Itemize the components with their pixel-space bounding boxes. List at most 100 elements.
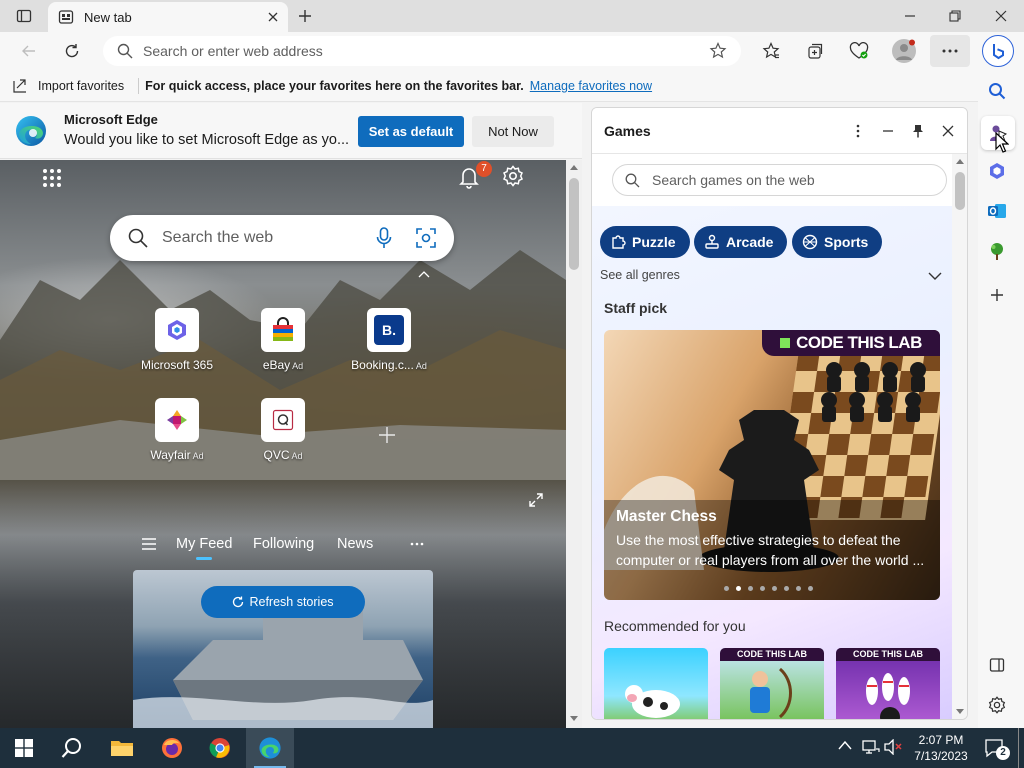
see-all-genres-link[interactable]: See all genres xyxy=(600,268,680,282)
settings-more-button[interactable] xyxy=(930,35,970,67)
genre-arcade-button[interactable]: Arcade xyxy=(694,226,788,258)
genre-sports-button[interactable]: Sports xyxy=(792,226,883,258)
recommended-game-bowling[interactable]: CODE THIS LAB xyxy=(836,648,940,719)
taskbar-search-icon[interactable] xyxy=(48,728,96,768)
recommended-game-archery[interactable]: CODE THIS LAB xyxy=(720,648,824,719)
import-favorites-button[interactable]: Import favorites xyxy=(38,79,124,93)
close-tab-icon[interactable] xyxy=(258,2,288,32)
brand-logo-icon xyxy=(780,338,791,348)
wayfair-icon xyxy=(155,398,199,442)
staff-pick-heading: Staff pick xyxy=(604,300,668,316)
start-windows-icon[interactable] xyxy=(0,728,48,768)
not-now-button[interactable]: Not Now xyxy=(472,116,554,147)
tray-chevron-up-icon[interactable] xyxy=(838,740,852,750)
microsoft-365-icon xyxy=(155,308,199,352)
notification-badge: 7 xyxy=(476,161,492,177)
sidebar-outlook-icon[interactable] xyxy=(982,196,1012,226)
more-options-icon[interactable] xyxy=(843,116,873,146)
profile-avatar[interactable] xyxy=(892,39,916,63)
system-clock[interactable]: 2:07 PM 7/13/2023 xyxy=(910,732,972,764)
web-search-input[interactable]: Search the web xyxy=(162,229,376,247)
tab-actions-icon[interactable] xyxy=(9,1,39,31)
favorites-icon[interactable] xyxy=(756,36,786,66)
hide-sidebar-icon[interactable] xyxy=(982,650,1012,680)
page-scrollbar[interactable] xyxy=(566,160,582,728)
sidebar-add-icon[interactable] xyxy=(982,280,1012,310)
restore-icon[interactable] xyxy=(940,1,970,31)
staff-pick-card[interactable]: CODE THIS LAB Master Chess Use the most … xyxy=(604,330,940,600)
refresh-stories-button[interactable]: Refresh stories xyxy=(201,586,365,618)
collections-icon[interactable] xyxy=(800,36,830,66)
minimize-icon[interactable] xyxy=(895,1,925,31)
web-search-box[interactable]: Search the web xyxy=(110,215,454,261)
microphone-icon[interactable] xyxy=(376,227,392,249)
scrollbar-thumb[interactable] xyxy=(569,178,579,270)
file-explorer-icon[interactable] xyxy=(98,728,146,768)
pin-icon[interactable] xyxy=(903,116,933,146)
staff-pick-title: Master Chess xyxy=(616,508,717,525)
tab-my-feed[interactable]: My Feed xyxy=(176,536,232,552)
brand-name: CODE THIS LAB xyxy=(720,648,824,661)
chrome-icon[interactable] xyxy=(196,728,244,768)
quick-link-wayfair[interactable]: Wayfair Ad xyxy=(122,398,232,462)
sidebar-tree-icon[interactable] xyxy=(982,236,1012,266)
tab-title: New tab xyxy=(84,9,132,25)
quick-link-qvc[interactable]: QVC Ad xyxy=(228,398,338,462)
network-icon[interactable] xyxy=(862,739,880,755)
show-desktop-button[interactable] xyxy=(1018,728,1019,768)
apps-grid-icon[interactable] xyxy=(42,168,62,188)
add-favorite-icon[interactable] xyxy=(709,42,727,60)
genre-puzzle-button[interactable]: Puzzle xyxy=(600,226,690,258)
action-center-badge: 2 xyxy=(996,746,1010,760)
browser-essentials-icon[interactable] xyxy=(844,36,874,66)
expand-icon[interactable] xyxy=(528,492,544,508)
more-tabs-icon[interactable] xyxy=(410,542,424,546)
ad-label: Ad xyxy=(192,451,204,461)
genre-label: Arcade xyxy=(726,234,774,250)
ball-icon xyxy=(802,234,824,250)
add-quick-link-icon[interactable] xyxy=(378,426,396,444)
chevron-down-icon[interactable] xyxy=(928,272,942,280)
refresh-icon xyxy=(232,596,244,608)
close-window-icon[interactable] xyxy=(986,1,1016,31)
minimize-pane-icon[interactable] xyxy=(873,116,903,146)
tab-news[interactable]: News xyxy=(337,536,373,552)
edge-taskbar-icon[interactable] xyxy=(246,728,294,768)
manage-favorites-link[interactable]: Manage favorites now xyxy=(530,79,652,93)
address-input[interactable]: Search or enter web address xyxy=(143,43,709,59)
page-settings-gear-icon[interactable] xyxy=(502,165,524,187)
games-scrollbar[interactable] xyxy=(952,154,967,719)
sidebar-settings-gear-icon[interactable] xyxy=(982,690,1012,720)
sidebar-search-icon[interactable] xyxy=(982,76,1012,106)
carousel-dots[interactable] xyxy=(724,586,813,591)
back-icon[interactable] xyxy=(14,36,44,66)
quick-link-microsoft-365[interactable]: Microsoft 365 xyxy=(122,308,232,372)
games-search-box[interactable]: Search games on the web xyxy=(612,164,947,196)
close-pane-icon[interactable] xyxy=(933,116,963,146)
clock-time: 2:07 PM xyxy=(918,733,964,747)
staff-pick-description: Use the most effective strategies to def… xyxy=(616,532,925,568)
tab-following[interactable]: Following xyxy=(253,536,314,552)
quick-link-booking[interactable]: B. Booking.c... Ad xyxy=(334,308,444,372)
recommended-game-cow[interactable] xyxy=(604,648,708,719)
edge-sidebar xyxy=(978,70,1024,728)
default-browser-banner: Microsoft Edge Would you like to set Mic… xyxy=(0,103,582,159)
sidebar-copilot-icon[interactable] xyxy=(982,156,1012,186)
games-search-input[interactable]: Search games on the web xyxy=(652,172,815,188)
collapse-chevron-icon[interactable] xyxy=(418,270,430,278)
feed-menu-icon[interactable] xyxy=(141,537,157,551)
quick-link-ebay[interactable]: eBay Ad xyxy=(228,308,338,372)
new-tab-button[interactable] xyxy=(290,1,320,31)
volume-muted-icon[interactable] xyxy=(884,739,902,755)
firefox-icon[interactable] xyxy=(148,728,196,768)
refresh-icon[interactable] xyxy=(57,36,87,66)
bing-chat-icon[interactable] xyxy=(982,35,1014,67)
visual-search-icon[interactable] xyxy=(416,228,436,248)
address-bar[interactable]: Search or enter web address xyxy=(103,36,741,66)
set-default-button[interactable]: Set as default xyxy=(358,116,464,147)
scrollbar-thumb[interactable] xyxy=(955,172,965,210)
mouse-cursor-icon xyxy=(995,132,1009,154)
genre-label: Puzzle xyxy=(632,234,676,250)
brand-badge: CODE THIS LAB xyxy=(762,330,940,356)
tab-new-tab[interactable]: New tab xyxy=(48,2,288,32)
